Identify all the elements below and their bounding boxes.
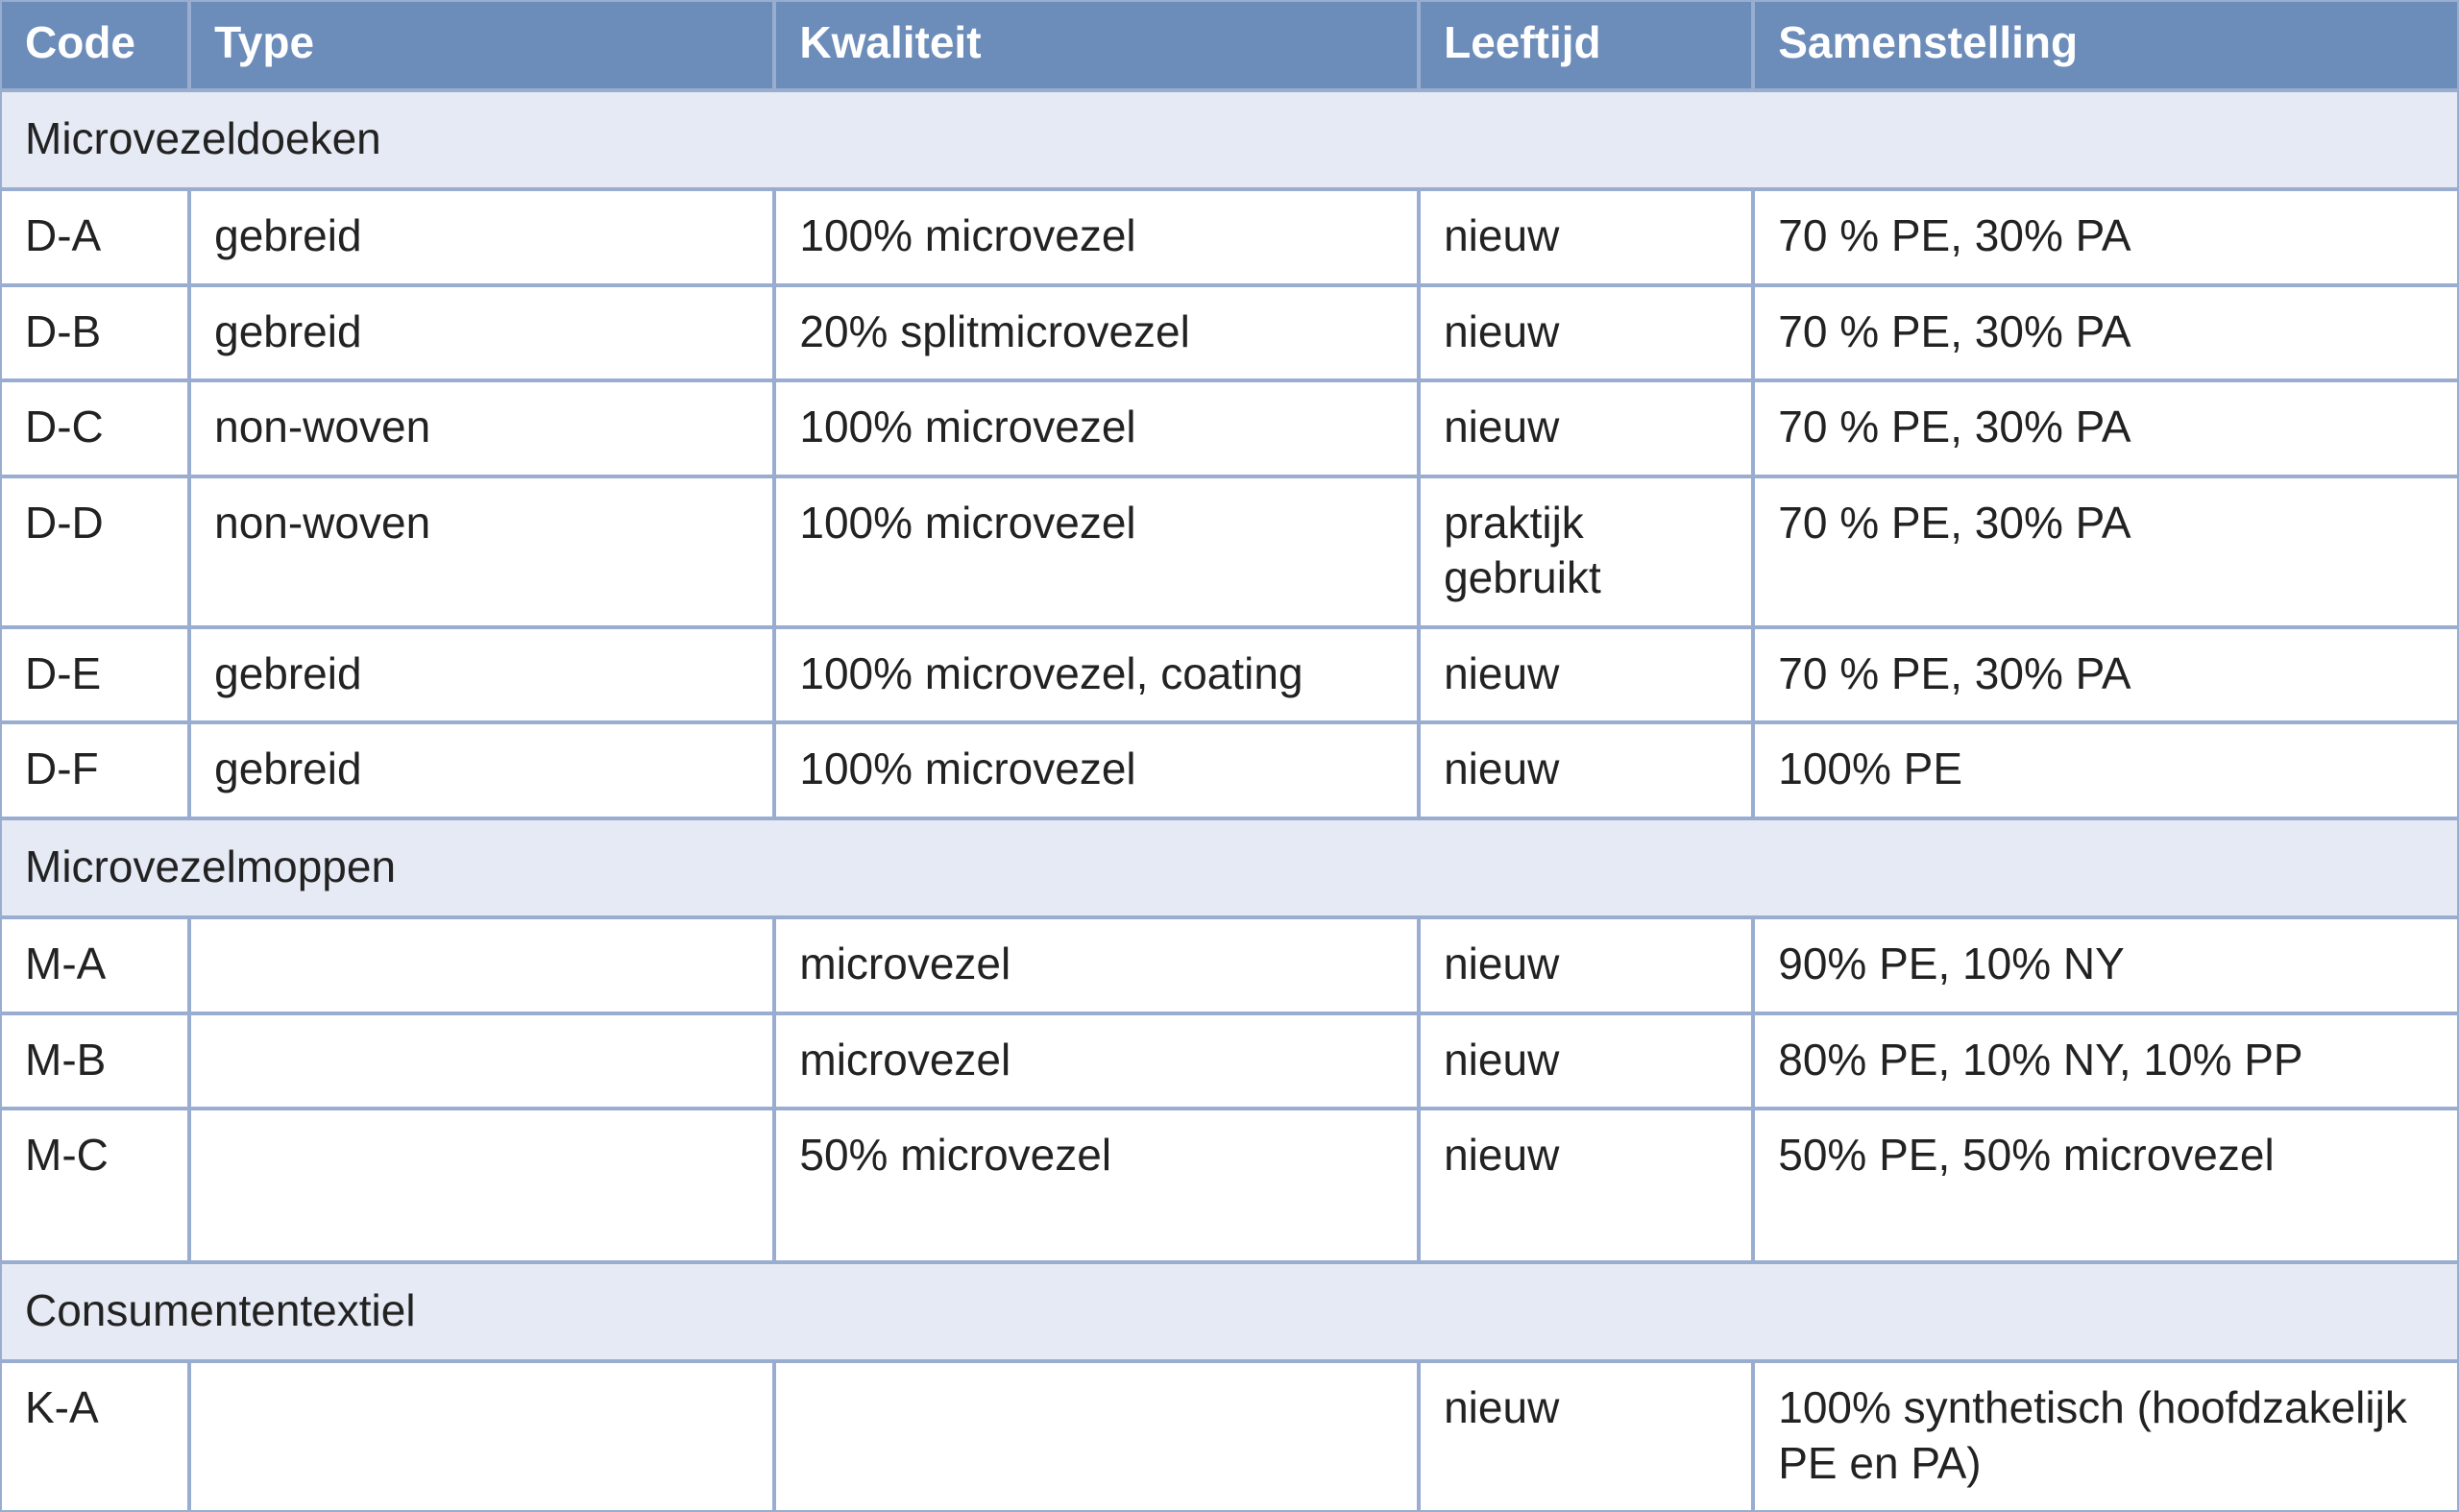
cell-leeftijd: praktijk gebruikt: [1419, 476, 1753, 627]
cell-samenstelling: 70 % PE, 30% PA: [1753, 189, 2459, 285]
cell-samenstelling: 90% PE, 10% NY: [1753, 917, 2459, 1013]
cell-code: D-F: [0, 722, 189, 818]
cell-code: D-E: [0, 627, 189, 723]
cell-samenstelling: 50% PE, 50% microvezel: [1753, 1109, 2459, 1262]
section-row-microvezeldoeken: Microvezeldoeken: [0, 90, 2459, 190]
table-row: D-B gebreid 20% splitmicrovezel nieuw 70…: [0, 285, 2459, 381]
cell-samenstelling: 70 % PE, 30% PA: [1753, 476, 2459, 627]
cell-type: non-woven: [189, 380, 774, 476]
cell-type: gebreid: [189, 722, 774, 818]
cell-leeftijd: nieuw: [1419, 1361, 1753, 1512]
cell-samenstelling: 100% PE: [1753, 722, 2459, 818]
cell-code: M-C: [0, 1109, 189, 1262]
cell-kwaliteit: 100% microvezel: [774, 189, 1419, 285]
table-row: D-F gebreid 100% microvezel nieuw 100% P…: [0, 722, 2459, 818]
section-label: Microvezeldoeken: [0, 90, 2459, 190]
cell-leeftijd: nieuw: [1419, 1109, 1753, 1262]
table-row: D-E gebreid 100% microvezel, coating nie…: [0, 627, 2459, 723]
cell-leeftijd: nieuw: [1419, 1013, 1753, 1110]
cell-type: [189, 917, 774, 1013]
table-row: M-A microvezel nieuw 90% PE, 10% NY: [0, 917, 2459, 1013]
cell-kwaliteit: 100% microvezel: [774, 722, 1419, 818]
cell-leeftijd: nieuw: [1419, 627, 1753, 723]
cell-type: gebreid: [189, 627, 774, 723]
section-label: Consumententextiel: [0, 1262, 2459, 1362]
table-row: M-B microvezel nieuw 80% PE, 10% NY, 10%…: [0, 1013, 2459, 1110]
cell-type: [189, 1013, 774, 1110]
col-header-leeftijd: Leeftijd: [1419, 0, 1753, 90]
cell-samenstelling: 70 % PE, 30% PA: [1753, 627, 2459, 723]
cell-kwaliteit: 100% microvezel, coating: [774, 627, 1419, 723]
cell-code: K-A: [0, 1361, 189, 1512]
cell-samenstelling: 70 % PE, 30% PA: [1753, 380, 2459, 476]
cell-code: D-B: [0, 285, 189, 381]
table-row: K-A nieuw 100% synthetisch (hoofdzakelij…: [0, 1361, 2459, 1512]
cell-kwaliteit: 50% microvezel: [774, 1109, 1419, 1262]
cell-samenstelling: 70 % PE, 30% PA: [1753, 285, 2459, 381]
col-header-type: Type: [189, 0, 774, 90]
section-row-microvezelmoppen: Microvezelmoppen: [0, 818, 2459, 918]
table-header-row: Code Type Kwaliteit Leeftijd Samenstelli…: [0, 0, 2459, 90]
cell-kwaliteit: microvezel: [774, 1013, 1419, 1110]
cell-samenstelling: 80% PE, 10% NY, 10% PP: [1753, 1013, 2459, 1110]
cell-kwaliteit: 100% microvezel: [774, 380, 1419, 476]
cell-samenstelling: 100% synthetisch (hoofdzakelijk PE en PA…: [1753, 1361, 2459, 1512]
cell-leeftijd: nieuw: [1419, 722, 1753, 818]
col-header-samenstelling: Samenstelling: [1753, 0, 2459, 90]
cell-kwaliteit: microvezel: [774, 917, 1419, 1013]
cell-kwaliteit: 100% microvezel: [774, 476, 1419, 627]
table-row: D-C non-woven 100% microvezel nieuw 70 %…: [0, 380, 2459, 476]
cell-code: D-A: [0, 189, 189, 285]
cell-leeftijd: nieuw: [1419, 380, 1753, 476]
table-row: D-A gebreid 100% microvezel nieuw 70 % P…: [0, 189, 2459, 285]
cell-code: M-B: [0, 1013, 189, 1110]
cell-leeftijd: nieuw: [1419, 917, 1753, 1013]
col-header-code: Code: [0, 0, 189, 90]
cell-type: [189, 1109, 774, 1262]
cell-type: gebreid: [189, 285, 774, 381]
cell-leeftijd: nieuw: [1419, 285, 1753, 381]
cell-code: M-A: [0, 917, 189, 1013]
materials-table: Code Type Kwaliteit Leeftijd Samenstelli…: [0, 0, 2459, 1512]
cell-kwaliteit: 20% splitmicrovezel: [774, 285, 1419, 381]
section-row-consumententextiel: Consumententextiel: [0, 1262, 2459, 1362]
cell-type: [189, 1361, 774, 1512]
table-row: M-C 50% microvezel nieuw 50% PE, 50% mic…: [0, 1109, 2459, 1262]
cell-type: non-woven: [189, 476, 774, 627]
cell-type: gebreid: [189, 189, 774, 285]
cell-code: D-C: [0, 380, 189, 476]
table-row: D-D non-woven 100% microvezel praktijk g…: [0, 476, 2459, 627]
section-label: Microvezelmoppen: [0, 818, 2459, 918]
cell-code: D-D: [0, 476, 189, 627]
cell-leeftijd: nieuw: [1419, 189, 1753, 285]
cell-kwaliteit: [774, 1361, 1419, 1512]
col-header-kwaliteit: Kwaliteit: [774, 0, 1419, 90]
